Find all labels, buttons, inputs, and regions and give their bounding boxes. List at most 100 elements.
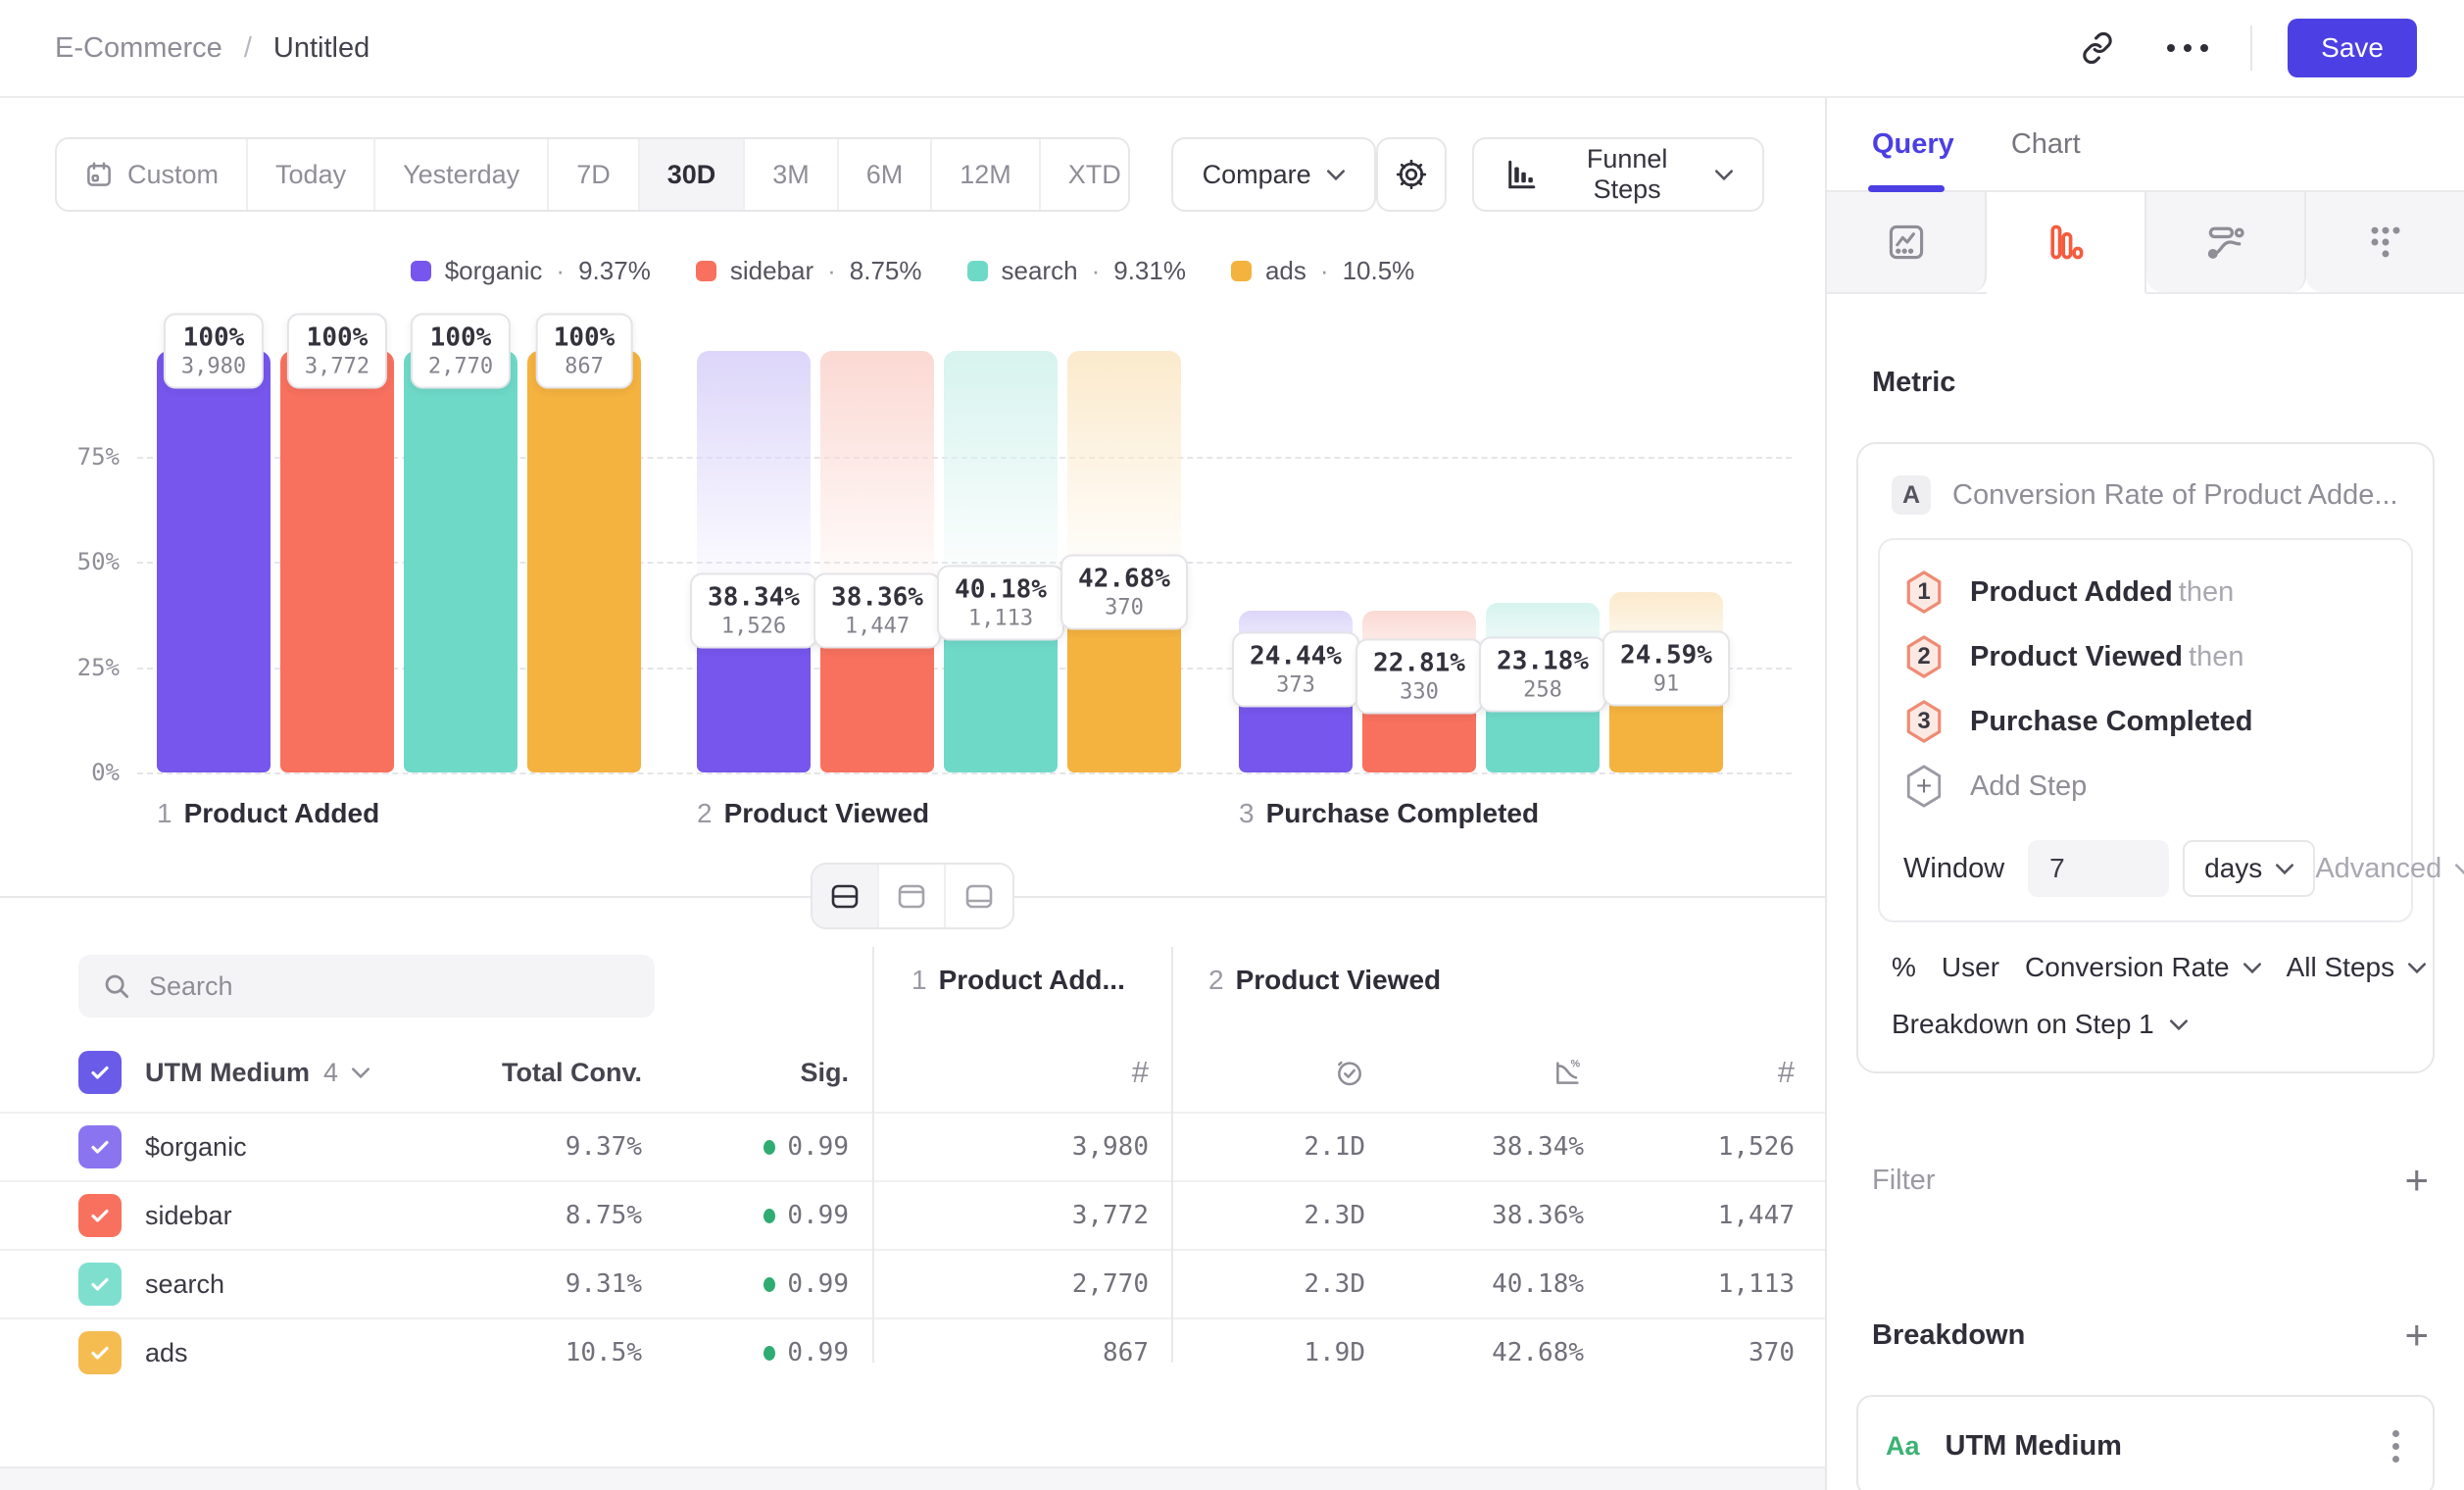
funnel-bar-ads[interactable]: 24.59%91 [1609, 351, 1723, 772]
range-6m[interactable]: 6M [839, 139, 933, 210]
step1-count-column-icon[interactable]: # [872, 1055, 1149, 1090]
range-3m[interactable]: 3M [745, 139, 839, 210]
y-axis-tick: 0% [0, 759, 120, 786]
table-row[interactable]: ads 10.5% 0.99 867 1.9D 42.68% 370 [0, 1317, 1825, 1386]
funnel-step-3[interactable]: 3 Purchase Completed [1903, 689, 2388, 754]
row-checkbox[interactable] [78, 1263, 122, 1306]
layout-table-only-button[interactable] [946, 865, 1012, 927]
compare-button[interactable]: Compare [1171, 137, 1376, 212]
row-sig: 0.99 [787, 1132, 849, 1162]
share-link-button[interactable] [2070, 21, 2125, 75]
flows-type-button[interactable] [2146, 192, 2306, 292]
range-yesterday[interactable]: Yesterday [375, 139, 549, 210]
add-filter-button[interactable]: + [2404, 1160, 2429, 1201]
table-row[interactable]: $organic 9.37% 0.99 3,980 2.1D 38.34% 1,… [0, 1112, 1825, 1180]
table-search[interactable] [78, 955, 655, 1018]
metric-type-strip [1827, 192, 2464, 294]
conversion-chart-icon: % [1552, 1057, 1584, 1088]
breakdown-count: 4 [323, 1058, 338, 1088]
range-xtd[interactable]: XTD [1041, 139, 1130, 210]
retention-type-button[interactable] [2306, 192, 2464, 292]
step2-convrate-column-icon[interactable]: % [1365, 1057, 1584, 1088]
legend-item-sidebar[interactable]: sidebar·8.75% [696, 256, 922, 286]
row-step2-conv: 38.36% [1365, 1201, 1584, 1230]
chart-settings-button[interactable] [1376, 137, 1448, 212]
row-name: search [145, 1269, 445, 1300]
legend-item-search[interactable]: search·9.31% [967, 256, 1186, 286]
window-value-input[interactable] [2028, 840, 2169, 897]
funnel-bar-ads[interactable]: 42.68%370 [1067, 351, 1181, 772]
chevron-down-icon [2243, 963, 2261, 973]
step-axis-1[interactable]: 1 Product Added [157, 798, 379, 829]
breakdown-item-menu-button[interactable] [2385, 1422, 2407, 1470]
measure-user[interactable]: User [1942, 952, 1999, 983]
funnel-bar-sidebar[interactable]: 100%3,772 [280, 351, 394, 772]
sig-column-label[interactable]: Sig. [642, 1058, 849, 1088]
tab-chart[interactable]: Chart [2011, 128, 2081, 161]
row-total-conv: 9.31% [445, 1269, 642, 1299]
funnel-bar-ads[interactable]: 100%867 [527, 351, 641, 772]
breakdown-item-card[interactable]: Aa UTM Medium [1856, 1395, 2435, 1490]
add-step-button[interactable]: + Add Step [1903, 754, 2388, 819]
layout-split-button[interactable] [813, 865, 879, 927]
range-12m[interactable]: 12M [932, 139, 1041, 210]
hash-icon: # [1132, 1055, 1149, 1090]
step2-count-column-icon[interactable]: # [1584, 1055, 1795, 1090]
breakdown-on-select[interactable]: Breakdown on Step 1 [1878, 983, 2413, 1062]
range-30d[interactable]: 30D [640, 139, 746, 210]
range-7d[interactable]: 7D [549, 139, 640, 210]
advanced-toggle[interactable]: Advanced [2315, 853, 2464, 885]
funnel-bar-search[interactable]: 40.18%1,113 [944, 351, 1058, 772]
funnel-type-button[interactable] [1987, 192, 2146, 294]
funnel-bar-search[interactable]: 23.18%258 [1486, 351, 1600, 772]
range-custom[interactable]: Custom [57, 139, 248, 210]
table-row[interactable]: search 9.31% 0.99 2,770 2.3D 40.18% 1,11… [0, 1249, 1825, 1317]
legend-item-ads[interactable]: ads·10.5% [1231, 256, 1414, 286]
row-checkbox[interactable] [78, 1125, 122, 1168]
breadcrumb-project[interactable]: E-Commerce [55, 32, 222, 65]
funnel-step-2[interactable]: 2 Product Viewedthen [1903, 624, 2388, 689]
svg-text:%: % [1571, 1059, 1581, 1070]
funnel-step-1[interactable]: 1 Product Addedthen [1903, 560, 2388, 624]
metric-title-row[interactable]: A Conversion Rate of Product Adde... [1878, 470, 2413, 538]
measure-scope-select[interactable]: All Steps [2287, 952, 2427, 983]
funnel-bar-sidebar[interactable]: 38.36%1,447 [820, 351, 934, 772]
funnel-bar-$organic[interactable]: 38.34%1,526 [697, 351, 811, 772]
total-conv-column-label[interactable]: Total Conv. [445, 1058, 642, 1088]
more-menu-button[interactable] [2160, 21, 2215, 75]
tab-query[interactable]: Query [1872, 128, 1954, 161]
step-axis-2[interactable]: 2 Product Viewed [697, 798, 929, 829]
funnel-bar-$organic[interactable]: 100%3,980 [157, 351, 271, 772]
row-step2-time: 2.3D [1171, 1201, 1365, 1230]
funnel-bar-search[interactable]: 100%2,770 [404, 351, 517, 772]
row-checkbox[interactable] [78, 1331, 122, 1374]
breakdown-column-label[interactable]: UTM Medium [145, 1058, 310, 1088]
viz-type-button[interactable]: Funnel Steps [1472, 137, 1764, 212]
sig-dot [764, 1346, 775, 1361]
save-button[interactable]: Save [2288, 19, 2417, 77]
chevron-down-icon[interactable] [352, 1068, 370, 1078]
retention-dots-icon [2364, 221, 2407, 264]
breakdown-property-name: UTM Medium [1946, 1430, 2122, 1463]
insights-type-button[interactable] [1827, 192, 1987, 292]
step-axis-3[interactable]: 3 Purchase Completed [1239, 798, 1539, 829]
layout-chart-only-button[interactable] [879, 865, 946, 927]
funnel-bar-sidebar[interactable]: 22.81%330 [1362, 351, 1476, 772]
search-input[interactable] [149, 971, 631, 1002]
measure-metric-select[interactable]: Conversion Rate [2025, 952, 2261, 983]
row-step1-count: 3,980 [872, 1132, 1149, 1162]
metric-title: Conversion Rate of Product Adde... [1952, 479, 2398, 512]
bar-value-label: 40.18%1,113 [937, 566, 1064, 641]
select-all-checkbox[interactable] [78, 1051, 122, 1094]
legend-item-organic[interactable]: $organic·9.37% [411, 256, 651, 286]
funnel-bar-$organic[interactable]: 24.44%373 [1239, 351, 1353, 772]
report-title[interactable]: Untitled [273, 32, 370, 65]
add-breakdown-button[interactable]: + [2404, 1315, 2429, 1356]
table-row[interactable]: sidebar 8.75% 0.99 3,772 2.3D 38.36% 1,4… [0, 1180, 1825, 1249]
window-unit-select[interactable]: days [2183, 840, 2315, 897]
range-today[interactable]: Today [248, 139, 375, 210]
row-checkbox[interactable] [78, 1194, 122, 1237]
row-total-conv: 10.5% [445, 1338, 642, 1367]
bar-ghost [820, 351, 934, 611]
step2-time-column-icon[interactable] [1171, 1057, 1365, 1088]
